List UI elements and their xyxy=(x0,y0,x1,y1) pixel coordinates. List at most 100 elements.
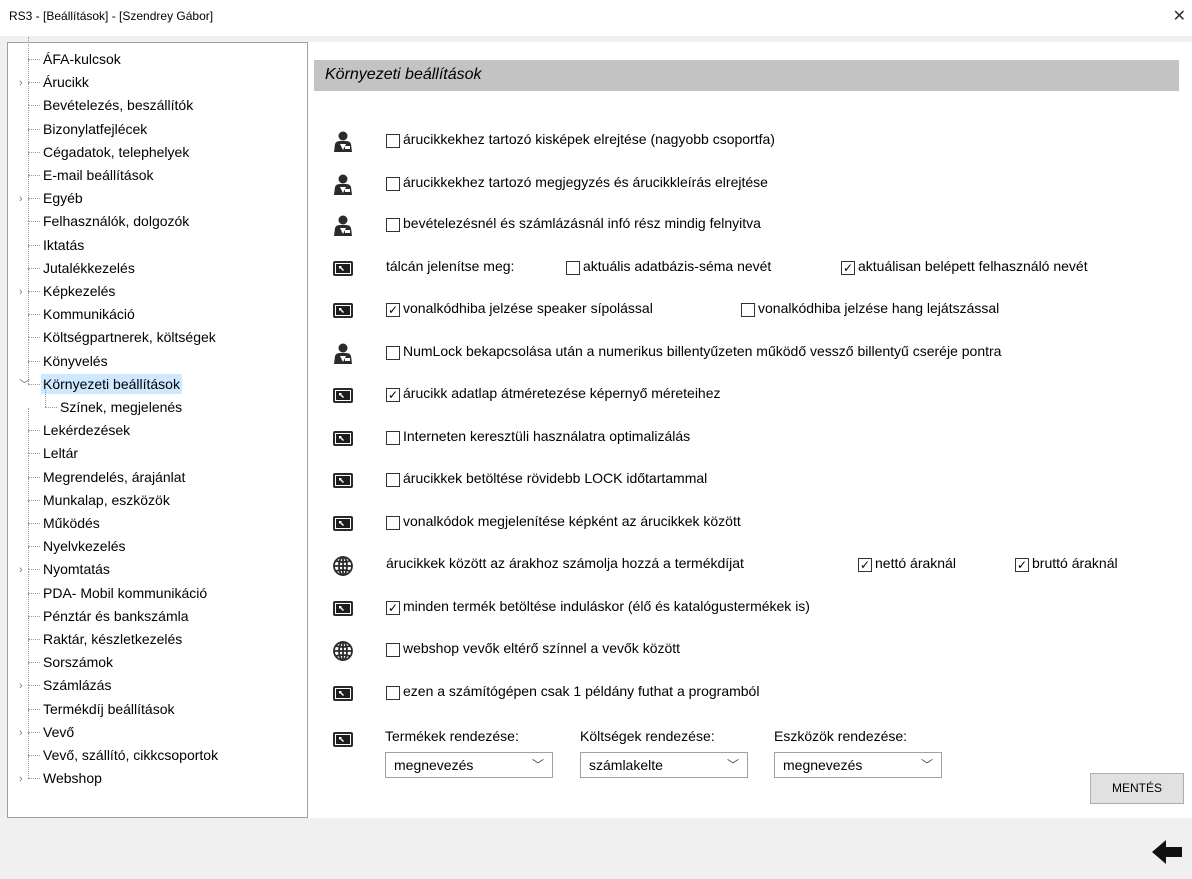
tree-item[interactable]: Lekérdezések xyxy=(8,408,308,442)
setting-checkbox-label[interactable]: vonalkódhiba jelzése hang lejátszással xyxy=(758,300,999,316)
tree-item[interactable]: Bizonylatfejlécek xyxy=(8,106,308,141)
user-icon xyxy=(331,342,355,366)
setting-checkbox-label[interactable]: NumLock bekapcsolása után a numerikus bi… xyxy=(403,343,1001,359)
tree-item[interactable]: Termékdíj beállítások xyxy=(8,686,308,721)
tree-item[interactable]: Megrendelés, árajánlat xyxy=(8,454,308,489)
tree-item-label: Bizonylatfejlécek xyxy=(43,120,148,137)
settings-tree: ÁFA-kulcsok › Árucikk Bevételezés, beszállí… xyxy=(7,37,308,818)
tree-item[interactable]: › Számlázás xyxy=(8,663,308,697)
tree-item[interactable]: Költségpartnerek, költségek xyxy=(8,315,308,349)
sort-products-icon xyxy=(331,728,355,752)
chevron-right-icon[interactable]: › xyxy=(19,676,23,696)
tree-item-label: Számlázás xyxy=(43,677,112,694)
tree-item-label: Könyvelés xyxy=(43,352,108,369)
close-icon[interactable]: ✕ xyxy=(1173,6,1186,26)
back-arrow-icon[interactable] xyxy=(1150,838,1184,866)
products-sort-label: Termékek rendezése: xyxy=(385,728,519,744)
setting-checkbox[interactable] xyxy=(386,177,400,191)
setting-checkbox[interactable] xyxy=(741,303,755,317)
setting-checkbox-label[interactable]: árucikkekhez tartozó kisképek elrejtése … xyxy=(403,131,775,147)
setting-checkbox[interactable] xyxy=(386,643,400,657)
tree-item[interactable]: Iktatás xyxy=(8,222,308,257)
setting-checkbox[interactable] xyxy=(386,431,400,445)
setting-checkbox-label[interactable]: aktuálisan belépett felhasználó nevét xyxy=(858,258,1088,274)
setting-checkbox[interactable] xyxy=(386,516,400,530)
chevron-right-icon[interactable]: › xyxy=(19,769,23,789)
tree-item-label: Képkezelés xyxy=(43,283,116,299)
tree-item[interactable]: Kommunikáció xyxy=(8,292,308,326)
assets-sort-value: megnevezés xyxy=(783,757,863,773)
setting-checkbox[interactable]: ✓ xyxy=(1015,558,1029,572)
setting-checkbox[interactable] xyxy=(566,261,580,275)
setting-checkbox[interactable] xyxy=(386,686,400,700)
setting-checkbox-label[interactable]: vonalkódhiba jelzése speaker sípolással xyxy=(403,300,653,316)
products-sort-select[interactable]: megnevezés ﹀ xyxy=(385,752,553,778)
tree-item[interactable]: › Webshop xyxy=(8,756,308,790)
tree-item[interactable]: › Vevő xyxy=(8,709,308,744)
tree-item[interactable]: Színek, megjelenés xyxy=(8,385,308,419)
tree-item-label: E-mail beállítások xyxy=(43,167,154,183)
tree-item[interactable]: Raktár, készletkezelés xyxy=(8,617,308,651)
tree-item[interactable]: › Nyomtatás xyxy=(8,547,308,581)
setting-checkbox-label[interactable]: ezen a számítógépen csak 1 példány futha… xyxy=(403,683,759,699)
tree-item[interactable]: ﹀ Környezeti beállítások xyxy=(8,361,308,396)
tree-item-label: Nyomtatás xyxy=(43,561,110,578)
tree-item[interactable]: Könyvelés xyxy=(8,338,308,373)
tree-item[interactable]: ÁFA-kulcsok xyxy=(8,37,308,71)
tree-item[interactable]: Vevő, szállító, cikkcsoportok xyxy=(8,733,308,767)
tree-item[interactable]: › Árucikk xyxy=(8,60,308,94)
assets-sort-select[interactable]: megnevezés ﹀ xyxy=(774,752,942,778)
setting-checkbox-label[interactable]: bruttó áraknál xyxy=(1032,555,1118,571)
tree-item[interactable]: › Képkezelés xyxy=(8,269,308,303)
setting-checkbox-label[interactable]: nettó áraknál xyxy=(875,555,956,571)
tree-item[interactable]: Jutalékkezelés xyxy=(8,245,308,280)
save-button[interactable]: MENTÉS xyxy=(1090,773,1184,804)
tree-item[interactable]: E-mail beállítások xyxy=(8,153,308,187)
costs-sort-select[interactable]: számlakelte ﹀ xyxy=(580,752,748,778)
setting-checkbox-label[interactable]: árucikk adatlap átméretezése képernyő mé… xyxy=(403,385,721,401)
tree-item[interactable]: Pénztár és bankszámla xyxy=(8,593,308,628)
tree-item-label: Termékdíj beállítások xyxy=(43,700,175,717)
tree-item[interactable]: Működés xyxy=(8,501,308,535)
tree-item[interactable]: Cégadatok, telephelyek xyxy=(8,129,308,164)
setting-checkbox[interactable]: ✓ xyxy=(386,388,400,402)
tree-item[interactable]: Nyelvkezelés xyxy=(8,524,308,558)
setting-checkbox[interactable]: ✓ xyxy=(386,601,400,615)
setting-checkbox[interactable]: ✓ xyxy=(386,303,400,317)
tree-item[interactable]: Sorszámok xyxy=(8,640,308,674)
setting-checkbox[interactable] xyxy=(386,346,400,360)
chevron-right-icon[interactable]: › xyxy=(19,723,23,743)
setting-checkbox-label[interactable]: minden termék betöltése induláskor (élő … xyxy=(403,598,810,614)
setting-checkbox-label[interactable]: bevételezésnél és számlázásnál infó rész… xyxy=(403,215,761,231)
setting-checkbox[interactable] xyxy=(386,473,400,487)
setting-row: árucikkekhez tartozó kisképek elrejtése … xyxy=(308,130,1188,156)
tree-item[interactable]: Bevételezés, beszállítók xyxy=(8,83,308,117)
setting-checkbox[interactable] xyxy=(386,218,400,232)
tree-item-label: Egyéb xyxy=(43,190,83,207)
products-sort-value: megnevezés xyxy=(394,757,474,773)
setting-checkbox-label[interactable]: árucikkek betöltése rövidebb LOCK időtar… xyxy=(403,470,707,486)
chevron-down-icon: ﹀ xyxy=(726,758,739,772)
tree-item[interactable]: Leltár xyxy=(8,431,308,465)
setting-checkbox-label[interactable]: vonalkódok megjelenítése képként az áruc… xyxy=(403,513,741,529)
setting-row: webshop vevők eltérő színnel a vevők köz… xyxy=(308,639,1188,665)
tree-item[interactable]: PDA- Mobil kommunikáció xyxy=(8,570,308,605)
tree-item[interactable]: › Egyéb xyxy=(8,176,308,210)
setting-checkbox[interactable]: ✓ xyxy=(841,261,855,275)
setting-checkbox-label[interactable]: webshop vevők eltérő színnel a vevők köz… xyxy=(403,640,680,656)
tree-item-label: Jutalékkezelés xyxy=(43,259,135,276)
monitor-icon xyxy=(331,597,355,621)
setting-checkbox-label[interactable]: aktuális adatbázis-séma nevét xyxy=(583,258,771,274)
chevron-down-icon[interactable]: ﹀ xyxy=(19,375,30,395)
setting-row: árucikkek betöltése rövidebb LOCK időtar… xyxy=(308,469,1188,495)
setting-checkbox[interactable]: ✓ xyxy=(858,558,872,572)
setting-checkbox[interactable] xyxy=(386,134,400,148)
chevron-right-icon[interactable]: › xyxy=(19,73,23,93)
chevron-right-icon[interactable]: › xyxy=(19,560,23,580)
setting-checkbox-label[interactable]: árucikkekhez tartozó megjegyzés és áruci… xyxy=(403,174,768,190)
tree-item[interactable]: Felhasználók, dolgozók xyxy=(8,199,308,233)
chevron-right-icon[interactable]: › xyxy=(19,189,23,209)
chevron-right-icon[interactable]: › xyxy=(19,282,23,302)
setting-checkbox-label[interactable]: Interneten keresztüli használatra optima… xyxy=(403,428,690,444)
tree-item[interactable]: Munkalap, eszközök xyxy=(8,477,308,512)
